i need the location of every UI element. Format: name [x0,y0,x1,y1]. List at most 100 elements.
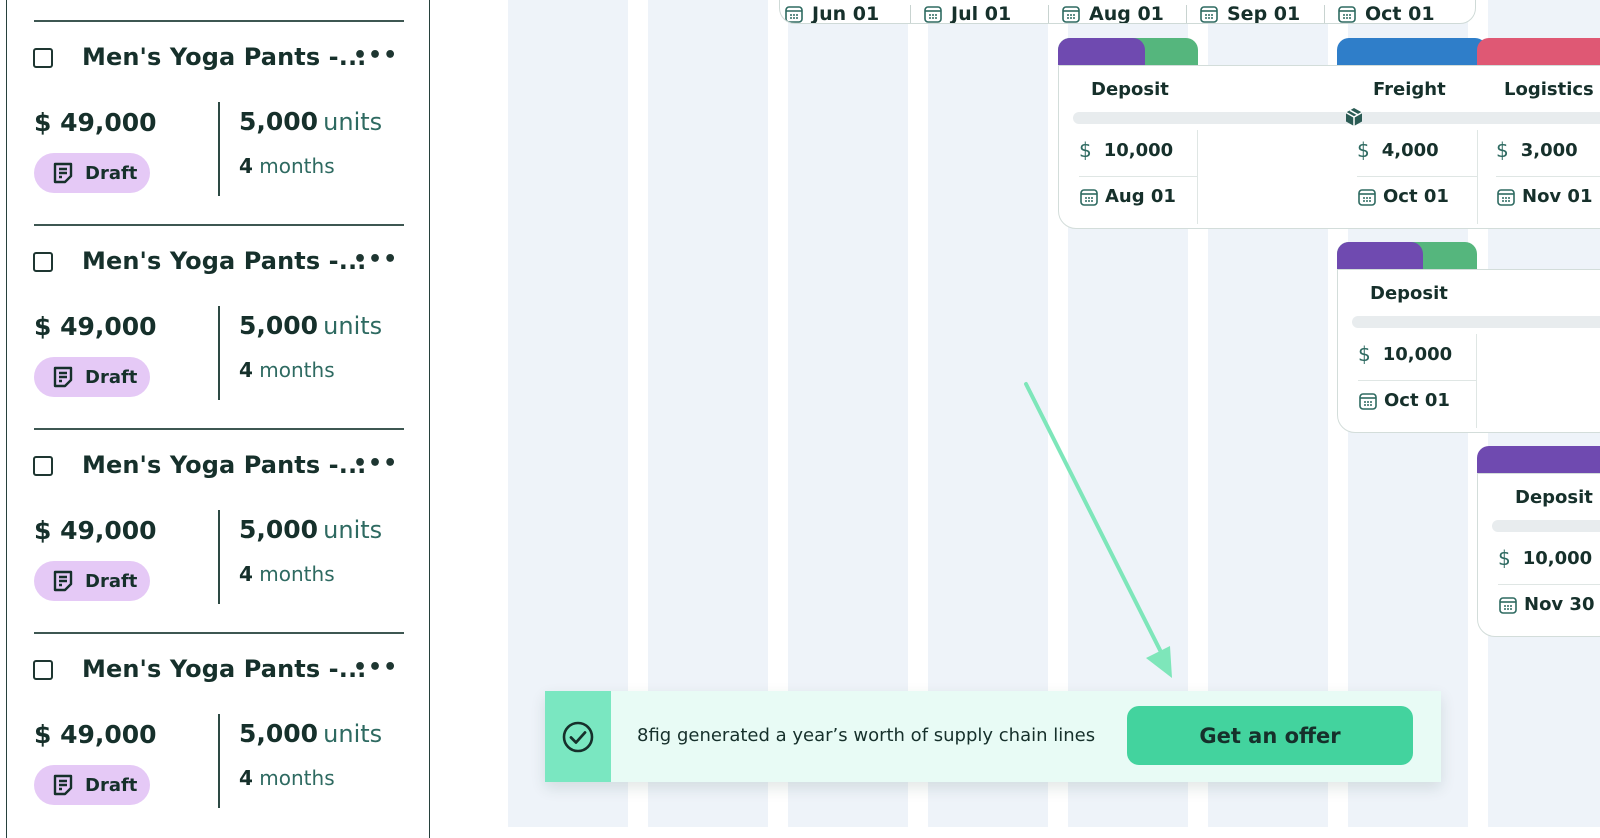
status-indicator [545,691,611,782]
duration-value: 4 [239,154,253,178]
date-item: Sep 01 [1199,3,1301,24]
timeline-card-cut[interactable]: Jun 01 Jul 01 Aug 01 Sep 01 Oct 01 [779,0,1476,24]
dollar-icon: $ [1357,138,1370,162]
date-text: Oct 01 [1383,186,1449,207]
separator [1498,584,1600,585]
more-options-icon[interactable]: ••• [353,43,398,68]
amount-value: 10,000 [1103,139,1174,161]
deposit-amount: $ 10,000 [1079,138,1173,162]
stat-divider [218,102,220,196]
segment-title: Logistics [1504,79,1594,100]
payment-line-card[interactable]: Deposit $ 10,000 Oct 01 [1337,269,1600,433]
date-text: Nov 01 [1522,186,1593,207]
calendar-icon [1338,6,1356,23]
product-name: Men's Yoga Pants -... [82,43,367,71]
units-stat: 5,000 units [239,515,382,544]
package-icon [1345,108,1363,126]
units-stat: 5,000 units [239,719,382,748]
calendar-icon [1200,6,1218,23]
progress-track [1492,520,1600,532]
stat-divider [218,714,220,808]
check-circle-icon [562,721,594,752]
product-name: Men's Yoga Pants -... [82,655,367,683]
calendar-icon [1080,188,1098,206]
more-options-icon[interactable]: ••• [353,451,398,476]
status-text: Draft [85,162,138,184]
dollar-icon: $ [1079,138,1092,162]
select-checkbox[interactable] [33,660,53,680]
progress-track [1352,316,1600,328]
deposit-date: Aug 01 [1079,186,1176,207]
card-divider [34,20,404,22]
note-icon [53,366,73,388]
segment-title: Deposit [1370,283,1448,304]
units-value: 5,000 [239,311,319,340]
duration-label: months [259,358,335,382]
logistics-tab [1477,38,1600,66]
payment-line-card[interactable]: Deposit $ 10,000 Aug 01 Freight $ 4,000 … [1058,65,1600,229]
duration-stat: 4 months [239,562,335,586]
product-price: $ 49,000 [34,720,157,749]
deposit-date: Nov 30 [1498,594,1594,615]
deposit-amount: $ 10,000 [1498,546,1592,570]
more-options-icon[interactable]: ••• [353,655,398,680]
units-value: 5,000 [239,107,319,136]
calendar-icon [1359,392,1377,410]
duration-label: months [259,766,335,790]
dollar-icon: $ [1498,546,1511,570]
separator [1197,130,1198,224]
calendar-icon [785,6,803,23]
notification-message: 8fig generated a year’s worth of supply … [637,725,1096,746]
date-text: Oct 01 [1384,390,1450,411]
status-badge: Draft [34,561,150,601]
duration-stat: 4 months [239,358,335,382]
units-label: units [323,516,383,544]
select-checkbox[interactable] [33,456,53,476]
product-card[interactable]: Men's Yoga Pants -... ••• $ 49,000 Draft… [7,20,429,224]
separator [1079,176,1197,177]
status-badge: Draft [34,357,150,397]
separator [910,5,911,23]
status-badge: Draft [34,153,150,193]
status-text: Draft [85,366,138,388]
segment-title: Deposit [1515,487,1593,508]
amount-value: 10,000 [1382,343,1453,365]
select-checkbox[interactable] [33,48,53,68]
units-stat: 5,000 units [239,311,382,340]
more-options-icon[interactable]: ••• [353,247,398,272]
product-name: Men's Yoga Pants -... [82,451,367,479]
duration-value: 4 [239,358,253,382]
date-text: Sep 01 [1227,3,1301,24]
date-text: Jul 01 [951,3,1012,24]
product-price: $ 49,000 [34,108,157,137]
separator [1496,176,1600,177]
date-item: Jun 01 [784,3,879,23]
deposit-amount: $ 10,000 [1358,342,1452,366]
status-badge: Draft [34,765,150,805]
separator [1357,176,1477,177]
freight-amount: $ 4,000 [1357,138,1439,162]
dollar-icon: $ [1358,342,1371,366]
progress-track [1073,112,1600,124]
segment-title: Deposit [1091,79,1169,100]
date-item: Aug 01 [1061,3,1164,23]
segment-title: Freight [1373,79,1446,100]
deposit-tab [1337,242,1423,270]
calendar-icon [1062,6,1080,23]
duration-label: months [259,154,335,178]
date-text: Aug 01 [1105,186,1176,207]
amount-value: 10,000 [1522,547,1593,569]
get-offer-button[interactable]: Get an offer [1127,706,1413,765]
freight-date: Oct 01 [1357,186,1449,207]
product-card[interactable]: Men's Yoga Pants -... ••• $ 49,000 Draft… [7,632,429,836]
logistics-amount: $ 3,000 [1496,138,1578,162]
product-card[interactable]: Men's Yoga Pants -... ••• $ 49,000 Draft… [7,428,429,632]
dollar-icon: $ [1496,138,1509,162]
date-text: Nov 30 [1524,594,1595,615]
stat-divider [218,510,220,604]
duration-stat: 4 months [239,154,335,178]
select-checkbox[interactable] [33,252,53,272]
product-card[interactable]: Men's Yoga Pants -... ••• $ 49,000 Draft… [7,224,429,428]
payment-line-card[interactable]: Deposit $ 10,000 Nov 30 [1477,473,1600,637]
amount-value: 4,000 [1381,139,1439,161]
